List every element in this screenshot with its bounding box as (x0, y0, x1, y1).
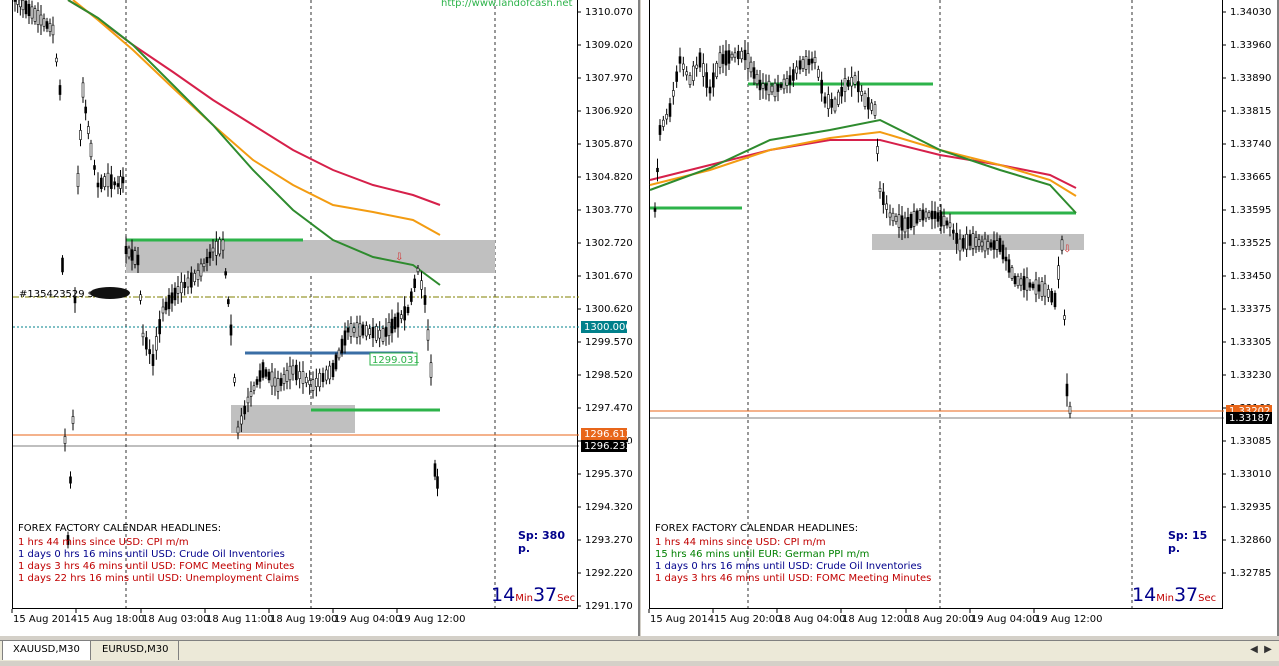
time-axis-label: 18 Aug 03:00 (142, 614, 209, 625)
time-axis-label: 18 Aug 04:00 (778, 614, 845, 625)
price-axis-label: 1.33595 (1230, 205, 1271, 216)
price-tag-label: 1296.233 (584, 441, 632, 452)
tab-scroll-left-icon[interactable]: ◀ (1248, 643, 1260, 657)
price-axis-label: 1.32860 (1230, 535, 1271, 546)
time-axis-label: 15 Aug 18:00 (77, 614, 144, 625)
tab-scroll-right-icon[interactable]: ▶ (1262, 643, 1274, 657)
price-axis-label: 1293.270 (585, 535, 633, 546)
chart-axes-eurusd: 1.34030 1.33960 1.33890 1.33815 1.33740 1.336… (648, 7, 1272, 625)
price-axis-label: 1310.070 (585, 7, 633, 18)
tab-xauusd[interactable]: XAUUSD,M30 (2, 641, 91, 660)
time-axis-label: 19 Aug 04:00 (334, 614, 401, 625)
price-axis-label: 1306.920 (585, 106, 633, 117)
price-axis-label: 1292.220 (585, 568, 633, 579)
time-axis-label: 15 Aug 20:00 (714, 614, 781, 625)
price-axis-label: 1.33815 (1230, 106, 1271, 117)
price-axis-label: 1.33085 (1230, 436, 1271, 447)
chart-window-xauusd[interactable]: ⇩ 1299.031 #135423529 sell http://www.land… (0, 0, 640, 636)
price-axis-label: 1.33890 (1230, 73, 1271, 84)
price-tag-label: 1.33187 (1229, 413, 1270, 424)
price-axis-label: 1309.020 (585, 40, 633, 51)
price-axis-label: 1301.670 (585, 271, 633, 282)
price-axis-label: 1298.520 (585, 370, 633, 381)
price-axis-label: 1.33230 (1230, 370, 1271, 381)
time-axis-label: 18 Aug 11:00 (206, 614, 273, 625)
price-axis-label: 1302.720 (585, 238, 633, 249)
price-tag-label: 1296.613 (584, 429, 632, 440)
time-axis-label: 18 Aug 12:00 (842, 614, 909, 625)
price-axis-label: 1295.370 (585, 469, 633, 480)
price-axis-label: 1297.470 (585, 403, 633, 414)
price-axis-label: 1.33450 (1230, 271, 1271, 282)
price-axis-label: 1300.620 (585, 304, 633, 315)
price-axis-label: 1291.170 (585, 601, 633, 612)
price-axis-label: 1307.970 (585, 73, 633, 84)
price-axis-label: 1294.320 (585, 502, 633, 513)
tab-eurusd[interactable]: EURUSD,M30 (92, 641, 180, 660)
chart-tab-bar: XAUUSD,M30 EURUSD,M30 ◀ ▶ (0, 640, 1279, 661)
price-tag-label: 1300.000 (584, 322, 632, 333)
price-axis-label: 1.33375 (1230, 304, 1271, 315)
chart-axes-xauusd: 1310.070 1309.020 1307.970 1306.920 1305.870… (11, 7, 633, 625)
time-axis-label: 18 Aug 20:00 (907, 614, 974, 625)
price-axis-label: 1.33740 (1230, 139, 1271, 150)
time-axis-label: 15 Aug 2014 (13, 614, 77, 625)
time-axis-label: 19 Aug 12:00 (398, 614, 465, 625)
price-axis-label: 1.33010 (1230, 469, 1271, 480)
price-axis-label: 1299.570 (585, 337, 633, 348)
price-axis-label: 1.33305 (1230, 337, 1271, 348)
price-axis-label: 1.33665 (1230, 172, 1271, 183)
time-axis-label: 15 Aug 2014 (650, 614, 714, 625)
time-axis-label: 18 Aug 19:00 (270, 614, 337, 625)
time-axis-label: 19 Aug 12:00 (1035, 614, 1102, 625)
price-axis-label: 1303.770 (585, 205, 633, 216)
price-axis-label: 1.33960 (1230, 40, 1271, 51)
price-axis-label: 1304.820 (585, 172, 633, 183)
price-axis-label: 1.34030 (1230, 7, 1271, 18)
price-axis-label: 1.33525 (1230, 238, 1271, 249)
chart-window-eurusd[interactable]: ⇩ FOREX FACTORY CALENDAR HEADLINES: 1 hr… (641, 0, 1279, 636)
time-axis-label: 19 Aug 04:00 (971, 614, 1038, 625)
price-axis-label: 1.32935 (1230, 502, 1271, 513)
price-axis-label: 1.32785 (1230, 568, 1271, 579)
price-axis-label: 1305.870 (585, 139, 633, 150)
